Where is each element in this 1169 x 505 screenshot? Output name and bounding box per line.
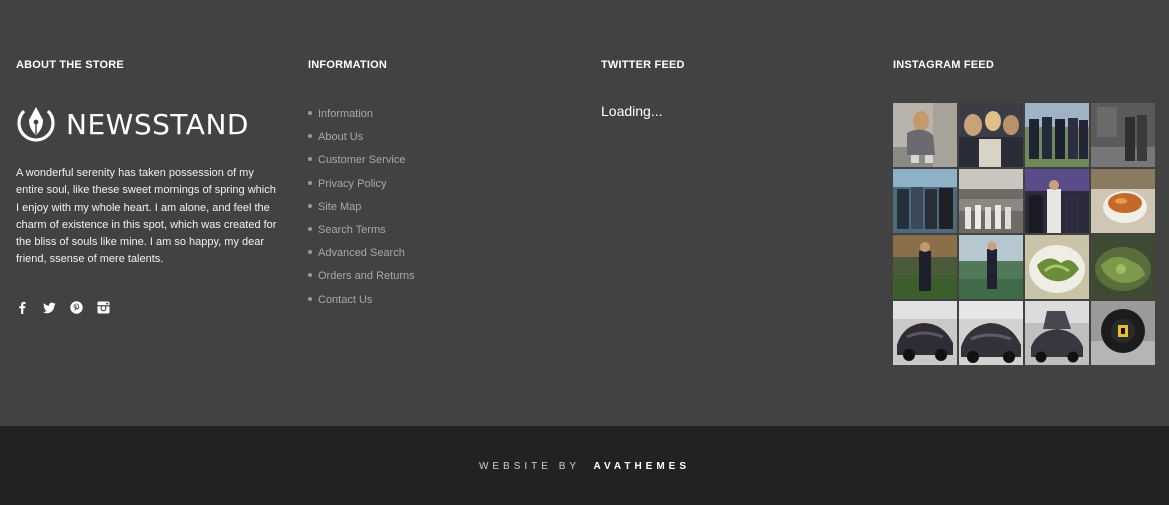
link-customer-service[interactable]: Customer Service <box>318 152 405 168</box>
footer-main: ABOUT THE STORE NEWSSTAND A wonderful se… <box>0 0 1169 426</box>
link-contact-us[interactable]: Contact Us <box>318 292 372 308</box>
instagram-column: INSTAGRAM FEED <box>893 58 1155 365</box>
list-item: Contact Us <box>308 292 568 315</box>
instagram-photo[interactable] <box>1025 169 1089 233</box>
instagram-photo[interactable] <box>893 235 957 299</box>
twitter-title: TWITTER FEED <box>601 59 685 71</box>
information-column: INFORMATION Information About Us Custome… <box>308 58 568 315</box>
link-privacy-policy[interactable]: Privacy Policy <box>318 176 386 192</box>
bullet-icon <box>308 226 312 231</box>
bullet-icon <box>308 180 312 185</box>
information-title: INFORMATION <box>308 59 387 71</box>
twitter-loading-status: Loading... <box>601 103 663 119</box>
link-orders-and-returns[interactable]: Orders and Returns <box>318 268 415 284</box>
about-column: ABOUT THE STORE NEWSSTAND A wonderful se… <box>16 58 281 314</box>
information-links: Information About Us Customer Service Pr… <box>308 106 568 315</box>
link-site-map[interactable]: Site Map <box>318 199 361 215</box>
instagram-icon[interactable] <box>97 301 110 314</box>
instagram-photo[interactable] <box>893 169 957 233</box>
pen-nib-icon <box>17 107 55 142</box>
bottom-bar: WEBSITE BY AVATHEMES <box>0 426 1169 505</box>
list-item: Privacy Policy <box>308 176 568 199</box>
logo-text: NEWSSTAND <box>66 108 249 141</box>
pinterest-icon[interactable] <box>70 301 83 314</box>
instagram-photo[interactable] <box>1091 169 1155 233</box>
instagram-photo[interactable] <box>959 103 1023 167</box>
about-text: A wonderful serenity has taken possessio… <box>16 167 277 266</box>
twitter-column: TWITTER FEED Loading... <box>601 58 861 119</box>
instagram-title: INSTAGRAM FEED <box>893 59 994 71</box>
instagram-photo[interactable] <box>893 301 957 365</box>
bullet-icon <box>308 157 312 162</box>
bullet-icon <box>308 134 312 139</box>
instagram-photo[interactable] <box>959 301 1023 365</box>
instagram-photo[interactable] <box>1091 103 1155 167</box>
bullet-icon <box>308 111 312 115</box>
link-about-us[interactable]: About Us <box>318 129 363 145</box>
list-item: Advanced Search <box>308 245 568 268</box>
list-item: Information <box>308 106 568 129</box>
bullet-icon <box>308 250 312 255</box>
list-item: Customer Service <box>308 152 568 175</box>
link-search-terms[interactable]: Search Terms <box>318 222 386 238</box>
list-item: About Us <box>308 129 568 152</box>
bullet-icon <box>308 296 312 301</box>
credit-prefix: WEBSITE BY <box>478 461 580 472</box>
bullet-icon <box>308 273 312 278</box>
instagram-photo[interactable] <box>1025 103 1089 167</box>
instagram-grid <box>893 103 1155 365</box>
instagram-photo[interactable] <box>893 103 957 167</box>
instagram-photo[interactable] <box>1025 301 1089 365</box>
social-links <box>16 301 281 314</box>
credit-brand-link[interactable]: AVATHEMES <box>593 461 690 472</box>
instagram-photo[interactable] <box>1091 301 1155 365</box>
facebook-icon[interactable] <box>16 301 29 314</box>
about-title: ABOUT THE STORE <box>16 59 124 71</box>
list-item: Orders and Returns <box>308 268 568 291</box>
instagram-photo[interactable] <box>959 169 1023 233</box>
store-logo[interactable]: NEWSSTAND <box>16 102 281 148</box>
site-credit: WEBSITE BY AVATHEMES <box>479 461 690 472</box>
instagram-photo[interactable] <box>959 235 1023 299</box>
link-advanced-search[interactable]: Advanced Search <box>318 245 405 261</box>
instagram-photo[interactable] <box>1025 235 1089 299</box>
bullet-icon <box>308 203 312 208</box>
list-item: Search Terms <box>308 222 568 245</box>
twitter-icon[interactable] <box>43 301 56 314</box>
instagram-photo[interactable] <box>1091 235 1155 299</box>
link-information[interactable]: Information <box>318 106 373 122</box>
list-item: Site Map <box>308 199 568 222</box>
